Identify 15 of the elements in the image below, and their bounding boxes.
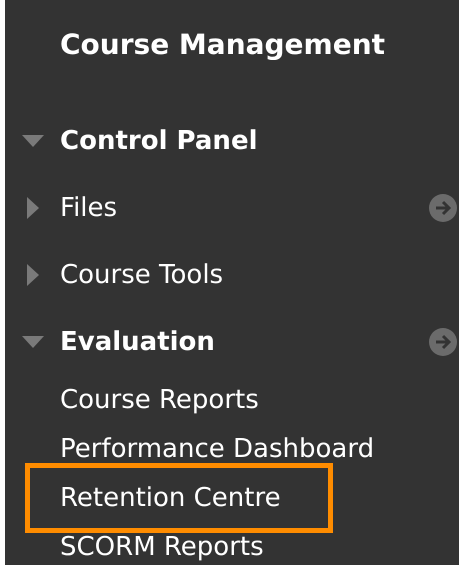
submenu-link[interactable]: Performance Dashboard bbox=[60, 434, 374, 464]
caret-right-icon[interactable] bbox=[26, 196, 38, 218]
menu-item[interactable]: Files bbox=[60, 192, 118, 222]
menu-item[interactable]: Evaluation bbox=[60, 326, 215, 356]
arrow-right-icon[interactable] bbox=[429, 194, 457, 222]
arrow-right-icon[interactable] bbox=[429, 328, 457, 356]
submenu-link[interactable]: Retention Centre bbox=[60, 483, 281, 513]
panel-title: Course Management bbox=[60, 28, 386, 61]
caret-down-icon[interactable] bbox=[22, 336, 44, 348]
menu-section[interactable]: Control Panel bbox=[60, 126, 258, 156]
submenu-link[interactable]: SCORM Reports bbox=[60, 532, 264, 562]
submenu-link[interactable]: Course Reports bbox=[60, 384, 259, 414]
caret-down-icon[interactable] bbox=[22, 134, 44, 146]
menu-item[interactable]: Course Tools bbox=[60, 260, 224, 290]
caret-right-icon[interactable] bbox=[26, 264, 38, 286]
